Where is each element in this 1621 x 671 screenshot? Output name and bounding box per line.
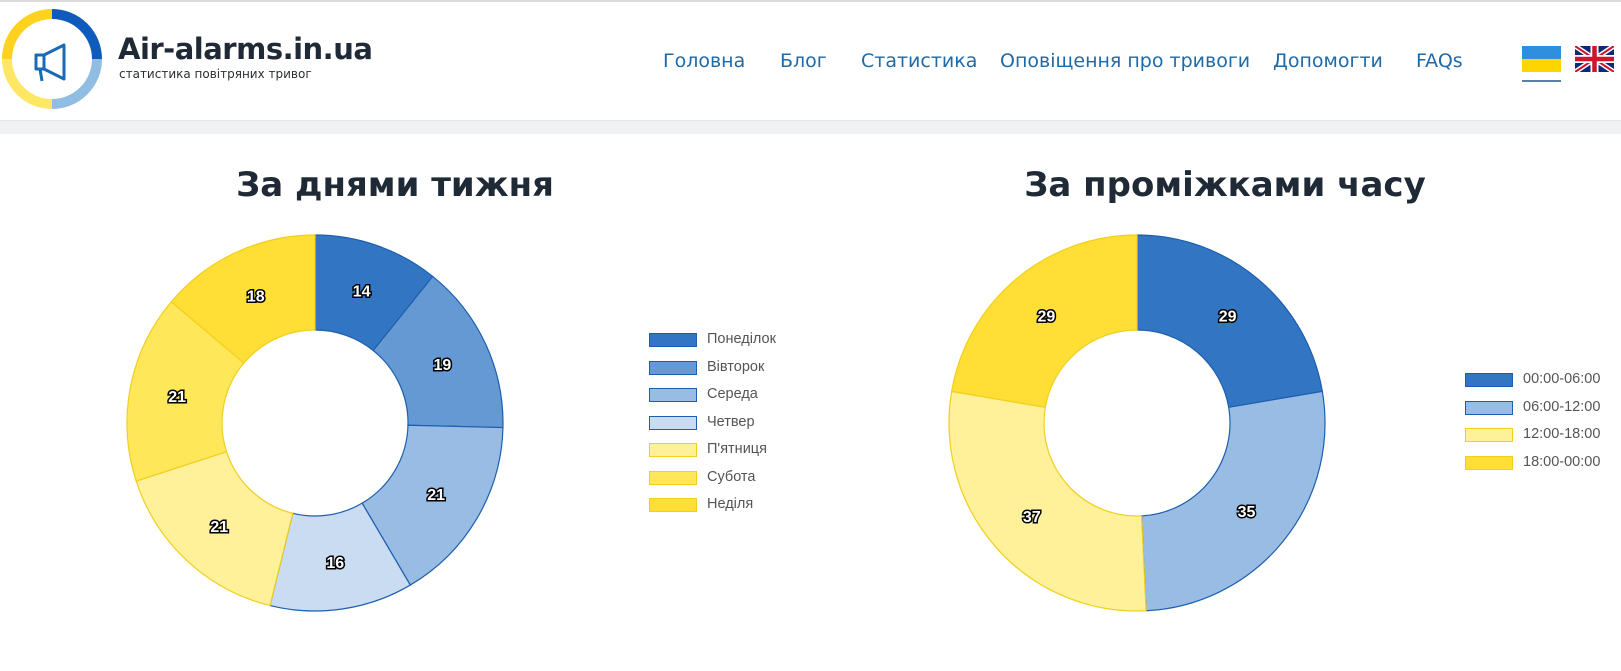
legend-label: 00:00-06:00 <box>1523 371 1601 387</box>
flag-selected-indicator <box>1522 80 1561 82</box>
nav-help[interactable]: Допомогти <box>1273 50 1383 72</box>
legend-label: 12:00-18:00 <box>1523 426 1601 442</box>
slice-value-label: 29 <box>1219 309 1237 326</box>
slice-value-label: 21 <box>427 487 445 504</box>
legend-swatch <box>1465 428 1513 442</box>
weekday-doughnut-chart: 14 19 21 16 21 21 18 <box>126 234 504 612</box>
legend-swatch <box>649 388 697 402</box>
slice-value-label: 14 <box>353 283 371 300</box>
nav-statistics[interactable]: Статистика <box>861 50 977 72</box>
legend-swatch <box>649 415 697 430</box>
legend-label: 18:00-00:00 <box>1523 453 1601 470</box>
site-header: Air-alarms.in.ua статистика повітряних т… <box>0 2 1621 121</box>
legend-label: Субота <box>707 468 756 485</box>
ukraine-flag-icon[interactable] <box>1522 46 1561 77</box>
nav-faqs[interactable]: FAQs <box>1416 50 1463 72</box>
legend-label: Вівторок <box>707 358 765 375</box>
legend-label: 06:00-12:00 <box>1523 398 1601 415</box>
legend-swatch <box>649 470 697 485</box>
legend-label: П'ятниця <box>707 441 767 457</box>
slice-3[interactable] <box>948 390 1147 612</box>
slice-value-label: 16 <box>326 555 344 572</box>
slice-value-label: 29 <box>1038 309 1056 326</box>
legend-label: Четвер <box>707 413 755 430</box>
megaphone-icon <box>34 43 66 82</box>
weekday-chart-title: За днями тижня <box>236 165 554 205</box>
slice-value-label: 19 <box>434 357 452 374</box>
legend-label: Неділя <box>707 496 754 512</box>
timeslot-chart-title: За проміжками часу <box>1024 165 1426 205</box>
nav-blog[interactable]: Блог <box>780 50 827 72</box>
timeslot-doughnut-chart: 29 35 37 29 <box>948 234 1326 612</box>
legend-swatch <box>649 360 697 375</box>
legend-swatch <box>1465 455 1513 470</box>
uk-flag-icon[interactable] <box>1573 43 1616 77</box>
header-shadow-strip <box>0 121 1621 134</box>
nav-alerts[interactable]: Оповіщення про тривоги <box>1000 50 1250 72</box>
nav-home[interactable]: Головна <box>663 50 745 72</box>
slice-value-label: 21 <box>168 389 186 406</box>
legend-swatch <box>649 498 697 512</box>
legend-label: Середа <box>707 386 758 402</box>
site-subtitle: статистика повітряних тривог <box>119 67 312 81</box>
legend-swatch <box>1465 400 1513 415</box>
slice-value-label: 21 <box>210 519 228 536</box>
legend-swatch <box>649 443 697 457</box>
slice-value-label: 35 <box>1238 504 1256 521</box>
site-title[interactable]: Air-alarms.in.ua <box>118 32 373 66</box>
legend-swatch <box>1465 373 1513 387</box>
logo[interactable] <box>0 7 105 112</box>
legend-swatch <box>649 333 697 347</box>
slice-value-label: 18 <box>247 289 265 306</box>
slice-2[interactable] <box>1140 390 1326 612</box>
slice-value-label: 37 <box>1023 509 1041 526</box>
legend-label: Понеділок <box>707 331 776 347</box>
